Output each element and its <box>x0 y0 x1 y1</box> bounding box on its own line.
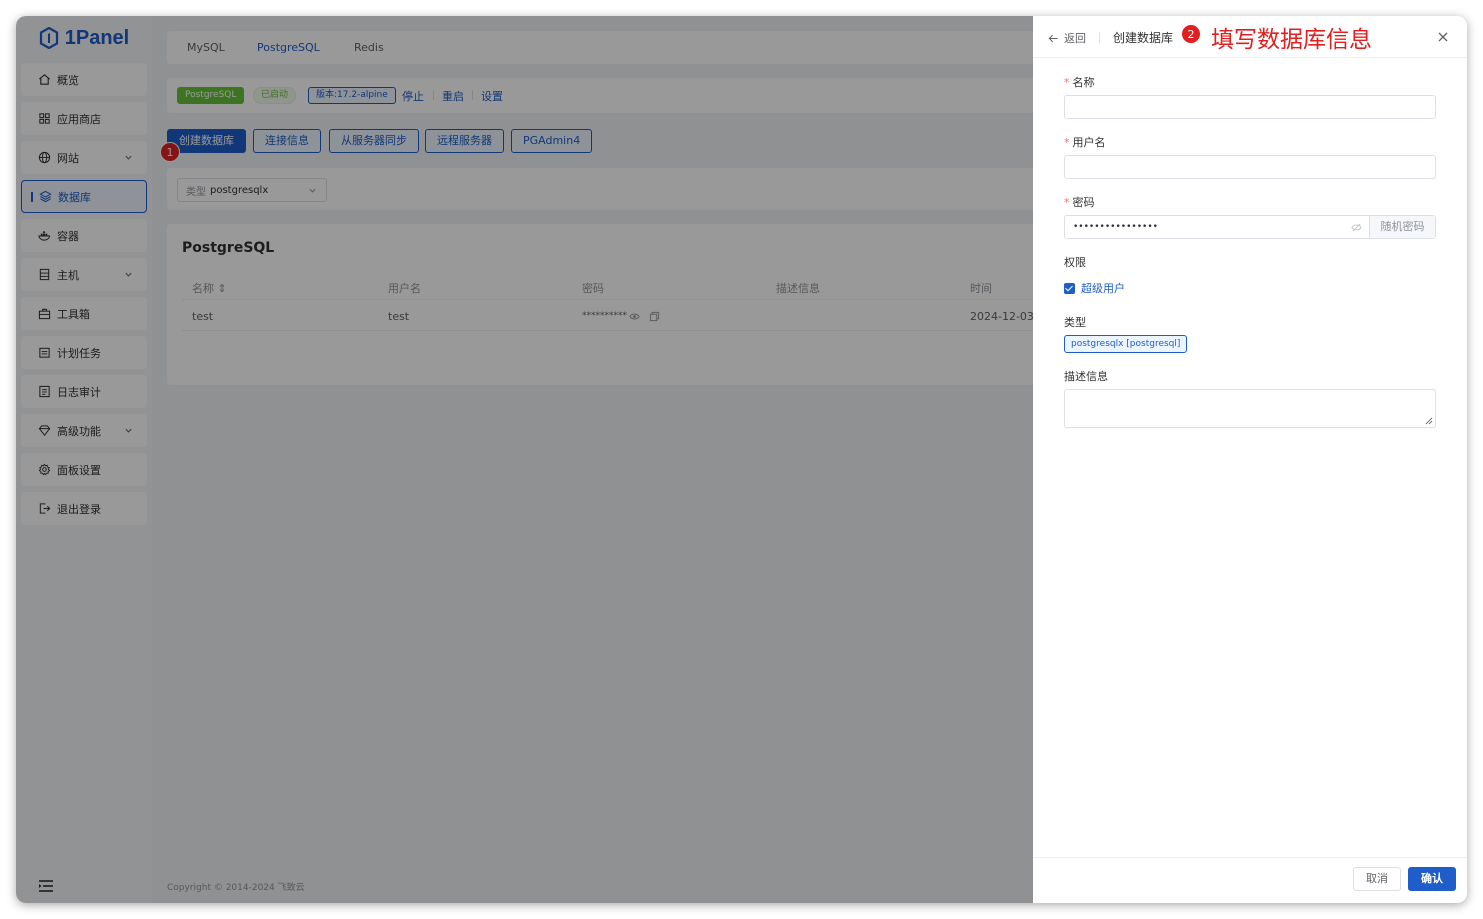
password-value: •••••••••••••••• <box>1073 222 1158 232</box>
resize-handle-icon[interactable] <box>1424 416 1433 425</box>
description-label: 描述信息 <box>1064 370 1108 383</box>
eye-off-icon[interactable] <box>1351 222 1362 233</box>
type-label: 类型 <box>1064 316 1086 329</box>
description-textarea[interactable] <box>1064 389 1436 428</box>
drawer-title: 创建数据库 <box>1113 31 1174 45</box>
create-database-drawer: 返回 创建数据库 2 填写数据库信息 * 名称 * 用户名 * 密码 ••••••••… <box>1033 16 1467 903</box>
random-password-button[interactable]: 随机密码 <box>1369 216 1435 238</box>
username-input[interactable] <box>1064 155 1436 179</box>
arrow-left-icon <box>1048 34 1058 42</box>
app-window: 1Panel 概览 应用商店 网站 数据库 容器 主机 工具箱 计划任务 日志审… <box>16 16 1467 903</box>
back-button[interactable]: 返回 <box>1048 30 1086 46</box>
password-field[interactable]: •••••••••••••••• 随机密码 <box>1064 215 1436 239</box>
divider <box>1099 32 1100 43</box>
username-label: * 用户名 <box>1064 136 1106 149</box>
confirm-button[interactable]: 确认 <box>1408 867 1456 891</box>
cancel-button[interactable]: 取消 <box>1353 867 1401 891</box>
close-icon[interactable] <box>1437 31 1449 43</box>
drawer-footer: 取消 确认 <box>1033 857 1467 903</box>
name-input[interactable] <box>1064 95 1436 119</box>
checkbox-checked-icon[interactable] <box>1064 282 1075 294</box>
step-badge-2: 2 <box>1181 24 1201 44</box>
type-tag[interactable]: postgresqlx [postgresql] <box>1064 335 1188 353</box>
password-label: * 密码 <box>1064 196 1095 209</box>
name-label: * 名称 <box>1064 76 1095 89</box>
superuser-checkbox[interactable]: 超级用户 <box>1064 280 1125 296</box>
password-input[interactable]: •••••••••••••••• <box>1065 216 1369 238</box>
superuser-label: 超级用户 <box>1081 282 1125 295</box>
drawer-overlay[interactable] <box>16 16 1033 903</box>
annotation-text: 填写数据库信息 <box>1211 27 1372 53</box>
back-label: 返回 <box>1064 32 1086 45</box>
drawer-header: 返回 创建数据库 2 填写数据库信息 <box>1033 16 1467 58</box>
permission-label: 权限 <box>1064 256 1086 269</box>
